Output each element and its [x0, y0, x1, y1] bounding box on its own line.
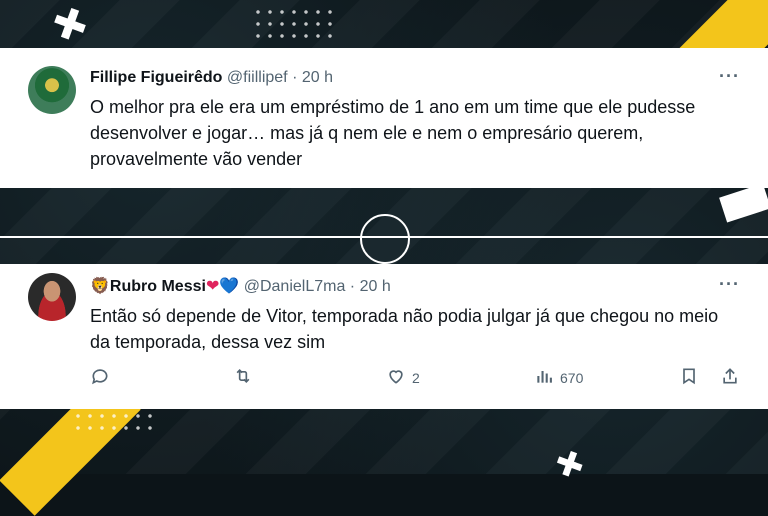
share-button[interactable]: [720, 366, 740, 389]
field-center-circle: [360, 214, 410, 264]
retweet-button[interactable]: [233, 366, 259, 389]
reply-button[interactable]: [90, 366, 116, 389]
dot-grid-bottom: [72, 410, 156, 434]
like-button[interactable]: 2: [386, 366, 420, 389]
dot-grid-top: [252, 6, 336, 42]
lion-emoji: 🦁: [90, 278, 110, 295]
display-name[interactable]: Fillipe Figueirêdo: [90, 69, 222, 86]
tweet-card-1[interactable]: Fillipe Figueirêdo @fiillipef · 20 h ···…: [0, 48, 768, 188]
tweet-text: O melhor pra ele era um empréstimo de 1 …: [90, 97, 696, 169]
tweet-card-2[interactable]: 🦁Rubro Messi❤💙 @DanielL7ma · 20 h ··· En…: [0, 264, 768, 409]
views-icon: [534, 366, 554, 389]
views-count: 670: [560, 369, 584, 386]
bookmark-icon: [679, 366, 699, 389]
tweet-text: Então só depende de Vitor, temporada não…: [90, 306, 719, 352]
separator: ·: [292, 69, 298, 86]
share-icon: [720, 366, 740, 389]
reply-icon: [90, 366, 110, 389]
more-options-icon[interactable]: ···: [719, 274, 740, 295]
separator: ·: [349, 278, 356, 295]
retweet-icon: [233, 366, 253, 389]
more-options-icon[interactable]: ···: [719, 66, 740, 87]
views-button[interactable]: 670: [534, 366, 583, 389]
timestamp[interactable]: 20 h: [302, 69, 333, 86]
red-heart-emoji: ❤: [205, 278, 220, 295]
blue-heart-emoji: 💙: [219, 278, 240, 295]
avatar[interactable]: [28, 273, 76, 321]
display-name-text: Rubro Messi: [109, 278, 206, 295]
handle[interactable]: @fiillipef: [227, 69, 288, 86]
tweet-header: 🦁Rubro Messi❤💙 @DanielL7ma · 20 h: [90, 276, 391, 296]
bookmark-button[interactable]: [679, 366, 699, 389]
tweet-actions: 2 670: [90, 366, 748, 390]
display-name[interactable]: 🦁Rubro Messi❤💙: [90, 278, 239, 295]
timestamp[interactable]: 20 h: [360, 278, 391, 295]
like-count: 2: [412, 369, 420, 386]
handle[interactable]: @DanielL7ma: [244, 278, 346, 295]
tweet-header: Fillipe Figueirêdo @fiillipef · 20 h: [90, 69, 333, 87]
avatar[interactable]: [28, 66, 76, 114]
like-icon: [386, 366, 406, 389]
